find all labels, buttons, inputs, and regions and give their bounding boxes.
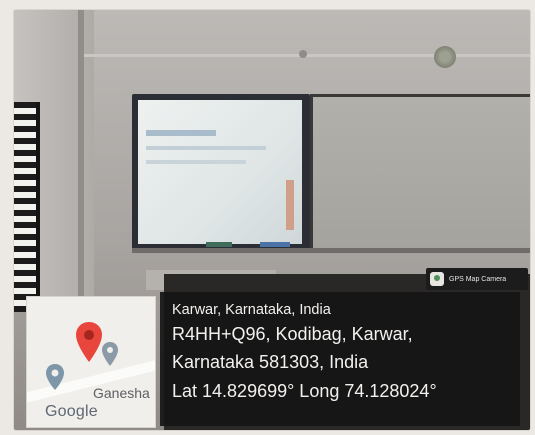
map-pin-icon: [46, 364, 64, 390]
gps-map-camera-icon: [430, 272, 444, 286]
marker: [260, 242, 290, 247]
location-pin-icon: [76, 322, 102, 362]
location-info-panel: Karwar, Karnataka, India R4HH+Q96, Kodib…: [160, 292, 520, 426]
wall-conduit: [84, 54, 530, 57]
map-thumbnail: Ganesha Google: [26, 296, 156, 428]
wall-socket: [299, 50, 307, 58]
gps-badge-label: GPS Map Camera: [449, 275, 507, 283]
location-address-line2: Karnataka 581303, India: [172, 352, 369, 372]
projected-screen: [138, 100, 302, 244]
google-logo: Google: [45, 403, 98, 420]
window-grille: [14, 102, 40, 312]
classroom-photo: GPS Map Camera Ganesha Google Karwar, Ka…: [14, 10, 530, 430]
gps-map-camera-badge: GPS Map Camera: [426, 268, 528, 290]
whiteboard: [310, 94, 530, 252]
location-coordinates: Lat 14.829699° Long 74.128024°: [172, 381, 437, 401]
map-place-label: Ganesha: [93, 385, 150, 401]
ceiling-speaker: [434, 46, 456, 68]
marker: [206, 242, 232, 247]
location-city: Karwar, Karnataka, India: [172, 302, 331, 318]
location-address-line1: R4HH+Q96, Kodibag, Karwar,: [172, 324, 413, 344]
board-tray: [132, 248, 530, 253]
map-pin-icon: [102, 342, 118, 366]
